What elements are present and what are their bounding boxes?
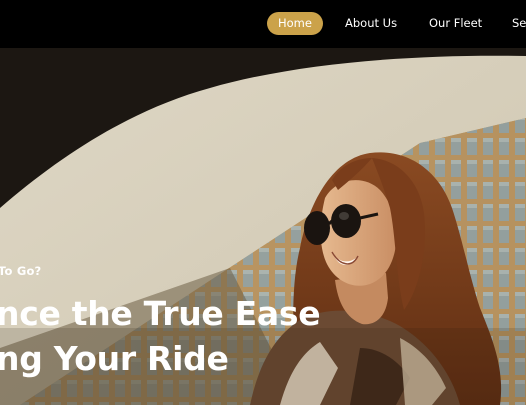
nav-home-link[interactable]: Home xyxy=(267,12,323,35)
top-navigation-bar: Home About Us Our Fleet Ser xyxy=(0,0,526,48)
hero-kicker-text: To Go? xyxy=(0,264,42,278)
hero-headline-line-1: nce the True Ease xyxy=(0,294,321,333)
hero-section: To Go? nce the True Ease ng Your Ride xyxy=(0,48,526,405)
page: Home About Us Our Fleet Ser xyxy=(0,0,526,405)
nav-about-us-link[interactable]: About Us xyxy=(345,12,397,35)
nav-services-link[interactable]: Ser xyxy=(512,12,526,35)
hero-headline-line-2: ng Your Ride xyxy=(0,339,229,378)
nav-our-fleet-link[interactable]: Our Fleet xyxy=(429,12,482,35)
hero-headline: nce the True Ease ng Your Ride xyxy=(0,291,321,381)
